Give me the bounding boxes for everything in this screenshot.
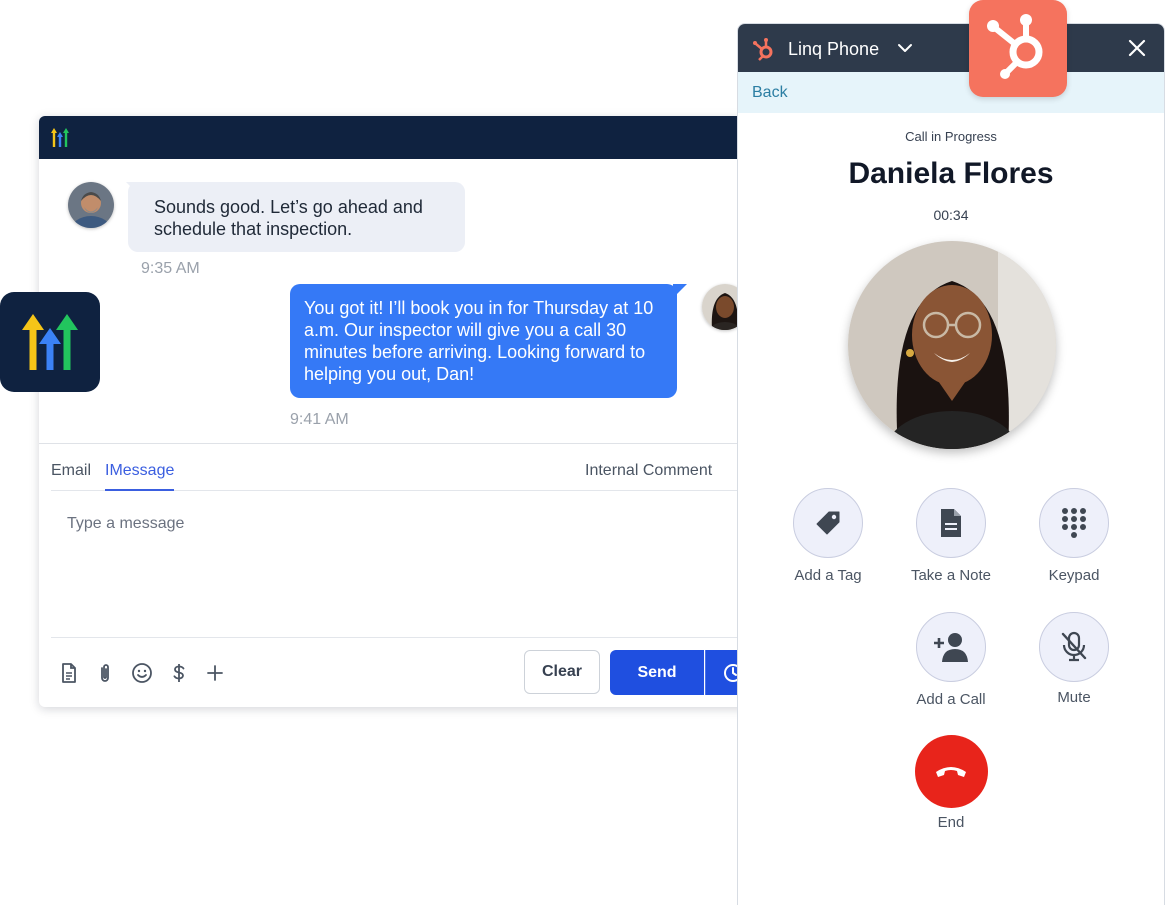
add-tag-label: Add a Tag <box>794 567 862 584</box>
incoming-message: Sounds good. Let’s go ahead and schedule… <box>126 182 465 252</box>
tag-icon <box>816 511 840 535</box>
app-logo-icon <box>51 128 69 147</box>
keypad-label: Keypad <box>1048 567 1100 584</box>
linq-phone-panel: Linq Phone Back Call in Progress Daniela… <box>737 23 1165 905</box>
microphone-off-icon <box>1061 631 1087 662</box>
mute-button[interactable] <box>1039 612 1109 682</box>
conversation-header <box>39 116 759 159</box>
keypad-button[interactable] <box>1039 488 1109 558</box>
back-bar: Back <box>738 72 1164 113</box>
hang-up-icon <box>936 766 966 777</box>
chevron-down-icon[interactable] <box>897 40 913 56</box>
message-composer: Email IMessage Internal Comment Clear Se… <box>39 443 759 707</box>
add-person-icon <box>934 633 968 662</box>
three-arrows-logo-icon <box>22 314 78 370</box>
add-tag-action[interactable]: Add a Tag <box>768 488 888 584</box>
take-note-action[interactable]: Take a Note <box>891 488 1011 584</box>
hubspot-logo-icon <box>987 14 1043 79</box>
phone-header: Linq Phone <box>738 24 1164 72</box>
hubspot-app-badge <box>969 0 1067 97</box>
tab-internal-comment[interactable]: Internal Comment <box>585 462 712 480</box>
contact-avatar-image <box>68 182 114 228</box>
incoming-timestamp: 9:35 AM <box>141 260 200 277</box>
call-status: Call in Progress <box>905 129 997 144</box>
mute-label: Mute <box>1057 689 1091 706</box>
take-note-button[interactable] <box>916 488 986 558</box>
add-call-button[interactable] <box>916 612 986 682</box>
plus-icon[interactable] <box>203 661 227 685</box>
add-call-action[interactable]: Add a Call <box>891 612 1011 708</box>
tab-imessage[interactable]: IMessage <box>105 462 175 491</box>
take-note-label: Take a Note <box>910 567 992 584</box>
mute-action[interactable]: Mute <box>1014 612 1134 706</box>
document-icon[interactable] <box>57 661 81 685</box>
gohighlevel-app-badge <box>0 292 100 392</box>
send-button[interactable]: Send <box>610 650 704 695</box>
message-input[interactable] <box>65 514 669 534</box>
contact-avatar <box>68 182 114 228</box>
end-call-action[interactable]: End <box>891 735 1011 831</box>
conversation-window: Sounds good. Let’s go ahead and schedule… <box>39 116 759 707</box>
hubspot-sprocket-icon <box>753 38 773 61</box>
toolbar-divider <box>51 637 759 638</box>
back-link[interactable]: Back <box>752 84 788 102</box>
caller-photo <box>848 241 1056 449</box>
call-timer: 00:34 <box>933 207 969 223</box>
channel-tabs: Email IMessage Internal Comment <box>51 444 759 491</box>
end-call-label: End <box>937 814 965 831</box>
keypad-icon <box>1062 508 1086 538</box>
clear-button[interactable]: Clear <box>524 650 600 694</box>
add-tag-button[interactable] <box>793 488 863 558</box>
tab-email[interactable]: Email <box>51 462 91 480</box>
end-call-button[interactable] <box>914 735 988 808</box>
dollar-icon[interactable] <box>167 661 191 685</box>
phone-app-title: Linq Phone <box>788 39 880 59</box>
caller-photo-image <box>848 241 1056 449</box>
paperclip-icon[interactable] <box>93 661 117 685</box>
keypad-action[interactable]: Keypad <box>1014 488 1134 584</box>
close-icon[interactable] <box>1128 39 1146 57</box>
note-icon <box>941 509 961 537</box>
add-call-label: Add a Call <box>916 691 986 708</box>
outgoing-message: You got it! I’ll book you in for Thursda… <box>290 284 687 398</box>
outgoing-timestamp: 9:41 AM <box>290 411 349 428</box>
caller-name: Daniela Flores <box>848 157 1054 190</box>
emoji-icon[interactable] <box>130 661 154 685</box>
